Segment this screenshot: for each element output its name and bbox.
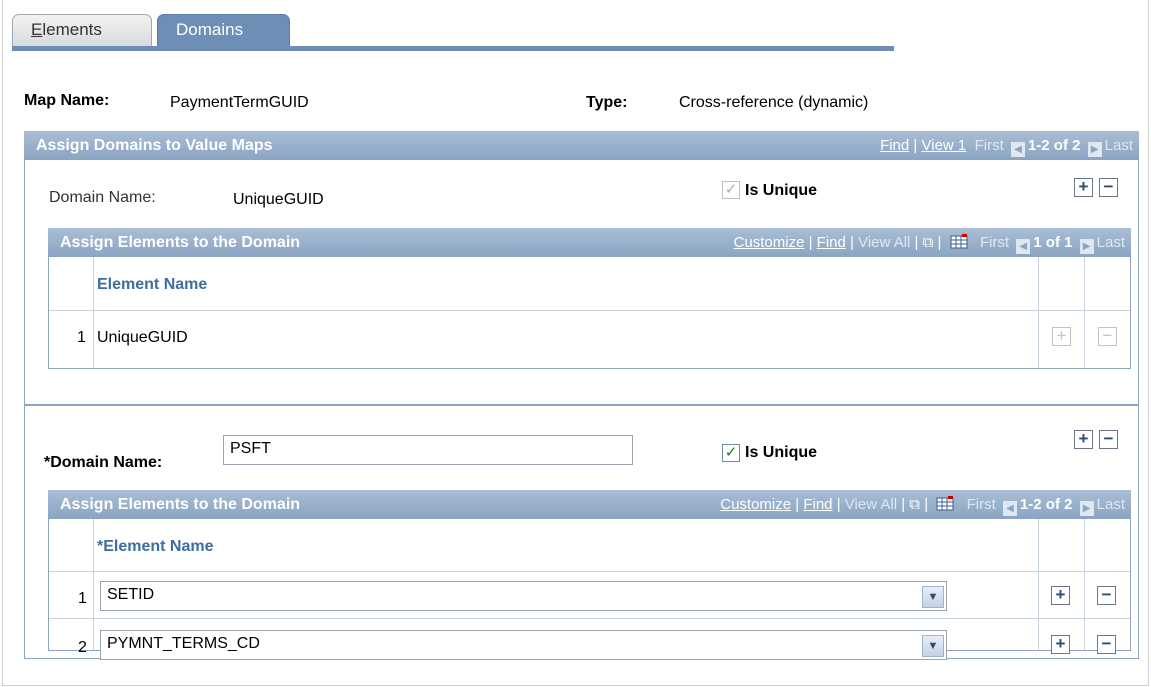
separator: | [808, 234, 813, 251]
separator: | [913, 137, 918, 154]
last-label[interactable]: Last [1097, 496, 1125, 513]
range-label: 1 of 1 [1033, 234, 1073, 251]
row-add-button[interactable]: + [1051, 586, 1070, 605]
type-value: Cross-reference (dynamic) [679, 94, 869, 111]
dropdown-arrow-icon[interactable]: ▼ [922, 586, 944, 608]
separator: | [795, 496, 800, 513]
grid-divider [1038, 519, 1039, 650]
grid-divider [1084, 257, 1085, 368]
outer-view-link[interactable]: View 1 [922, 137, 967, 154]
prev-arrow-icon[interactable]: ◀ [1016, 239, 1031, 254]
grid-divider [1084, 519, 1085, 650]
separator: | [850, 234, 854, 251]
domain2-grid-header: Assign Elements to the Domain Customize … [48, 490, 1131, 519]
domain1-delete-button[interactable]: − [1099, 178, 1118, 197]
element-name-value: UniqueGUID [97, 329, 188, 346]
domain1-name-value: UniqueGUID [233, 191, 324, 208]
domain1-name-label: Domain Name: [49, 189, 156, 206]
find-link[interactable]: Find [803, 496, 832, 513]
separator: | [914, 234, 919, 251]
range-label: 1-2 of 2 [1019, 496, 1073, 513]
row-delete-button[interactable]: − [1097, 635, 1116, 654]
tab-elements-accesskey: E [31, 20, 43, 39]
domain1-grid-navigation: Customize | Find | View All | ⧉ | First … [734, 234, 1125, 254]
domain1-grid-title: Assign Elements to the Domain [60, 234, 301, 251]
grid-divider [93, 519, 94, 650]
spreadsheet-icon[interactable] [936, 496, 954, 511]
separator: | [937, 234, 942, 251]
view-all-link[interactable]: View All [858, 234, 910, 251]
separator: | [924, 496, 929, 513]
element-name-column-header: *Element Name [97, 538, 214, 555]
domain2-name-input[interactable]: PSFT [223, 435, 633, 465]
outer-first[interactable]: First [975, 137, 1004, 154]
first-label[interactable]: First [967, 496, 996, 513]
domain2-delete-button[interactable]: − [1099, 430, 1118, 449]
row-delete-button[interactable]: − [1097, 586, 1116, 605]
grid-divider [93, 257, 94, 368]
grid-divider [49, 571, 1130, 572]
row-add-button: + [1052, 327, 1071, 346]
next-arrow-icon[interactable]: ▶ [1087, 142, 1102, 157]
tab-underline [12, 46, 894, 51]
next-arrow-icon[interactable]: ▶ [1079, 239, 1094, 254]
row-add-button[interactable]: + [1051, 635, 1070, 654]
domain1-unique-label: Is Unique [745, 182, 818, 199]
separator: | [901, 496, 906, 513]
spreadsheet-icon[interactable] [950, 234, 968, 249]
assign-domains-header: Assign Domains to Value Maps Find | View… [24, 131, 1139, 160]
element-name-select[interactable]: PYMNT_TERMS_CD [100, 630, 947, 660]
domain1-add-button[interactable]: + [1074, 178, 1093, 197]
type-label: Type: [586, 94, 628, 111]
tab-elements-label-rest: lements [42, 20, 102, 39]
domain2-add-button[interactable]: + [1074, 430, 1093, 449]
first-label[interactable]: First [980, 234, 1009, 251]
outer-range: 1-2 of 2 [1027, 137, 1081, 154]
row-number: 2 [78, 639, 87, 656]
popout-icon[interactable]: ⧉ [909, 496, 920, 513]
element-name-select[interactable]: SETID [100, 581, 947, 611]
outer-navigation: Find | View 1 First ◀ 1-2 of 2 ▶ Last [880, 137, 1133, 157]
domain2-unique-checkbox[interactable]: ✓ [722, 444, 740, 462]
row-number: 1 [78, 590, 87, 607]
outer-find-link[interactable]: Find [880, 137, 909, 154]
prev-arrow-icon[interactable]: ◀ [1010, 142, 1025, 157]
domain2-name-label: *Domain Name: [44, 454, 163, 471]
assign-domains-title: Assign Domains to Value Maps [36, 137, 273, 154]
tab-elements[interactable]: Elements [12, 14, 152, 48]
domain2-grid-title: Assign Elements to the Domain [60, 496, 301, 513]
next-arrow-icon[interactable]: ▶ [1079, 501, 1094, 516]
dropdown-arrow-icon[interactable]: ▼ [922, 635, 944, 657]
map-name-value: PaymentTermGUID [170, 94, 309, 111]
domain1-unique-checkbox: ✓ [722, 181, 740, 199]
tab-domains[interactable]: Domains [157, 14, 290, 48]
last-label[interactable]: Last [1097, 234, 1125, 251]
row-number: 1 [77, 329, 86, 346]
popout-icon[interactable]: ⧉ [923, 234, 934, 251]
row-delete-button: − [1098, 327, 1117, 346]
grid-divider [49, 310, 1130, 311]
element-name-column-header: Element Name [97, 276, 208, 293]
map-name-label: Map Name: [24, 92, 110, 109]
prev-arrow-icon[interactable]: ◀ [1002, 501, 1017, 516]
customize-link[interactable]: Customize [734, 234, 805, 251]
domain-separator [24, 404, 1139, 406]
view-all-link[interactable]: View All [845, 496, 897, 513]
outer-last[interactable]: Last [1105, 137, 1133, 154]
find-link[interactable]: Find [817, 234, 846, 251]
customize-link[interactable]: Customize [720, 496, 791, 513]
domain1-grid-header: Assign Elements to the Domain Customize … [48, 228, 1131, 257]
grid-divider [1038, 257, 1039, 368]
domain2-grid-navigation: Customize | Find | View All | ⧉ | First … [720, 496, 1125, 516]
grid-divider [49, 618, 1130, 619]
separator: | [836, 496, 841, 513]
domain2-unique-label: Is Unique [745, 444, 818, 461]
